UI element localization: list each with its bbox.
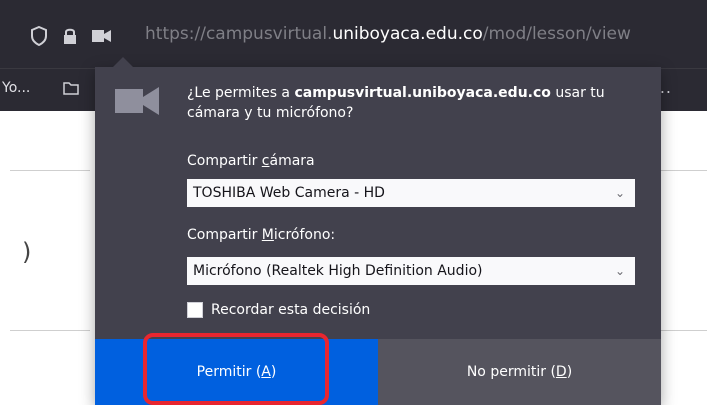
chevron-down-icon: ⌄ bbox=[614, 186, 625, 200]
url-bar: https://campusvirtual.uniboyaca.edu.co/m… bbox=[0, 0, 707, 68]
remember-label: Recordar esta decisión bbox=[211, 302, 371, 318]
page-text-fragment: ) bbox=[22, 238, 32, 266]
bookmark-item[interactable]: Yo... bbox=[2, 80, 30, 96]
microphone-label: Compartir Micrófono: bbox=[187, 227, 336, 243]
lock-icon[interactable] bbox=[62, 27, 78, 45]
microphone-select[interactable]: Micrófono (Realtek High Definition Audio… bbox=[187, 257, 635, 285]
camera-icon[interactable] bbox=[92, 29, 112, 43]
highlight-annotation bbox=[143, 333, 329, 405]
camera-select[interactable]: TOSHIBA Web Camera - HD ⌄ bbox=[187, 179, 635, 207]
deny-button[interactable]: No permitir (D) bbox=[378, 339, 661, 405]
url-host: uniboyaca.edu.co bbox=[332, 24, 483, 44]
prompt-site: campusvirtual.uniboyaca.edu.co bbox=[294, 85, 551, 101]
remember-checkbox[interactable] bbox=[187, 302, 203, 318]
shield-icon[interactable] bbox=[30, 26, 48, 46]
url-icons bbox=[30, 26, 112, 46]
folder-icon[interactable] bbox=[63, 82, 79, 95]
page-divider bbox=[660, 330, 707, 331]
page-divider bbox=[10, 170, 90, 171]
chevron-down-icon: ⌄ bbox=[614, 264, 625, 278]
url-text[interactable]: https://campusvirtual.uniboyaca.edu.co/m… bbox=[145, 24, 631, 44]
camera-label: Compartir cámara bbox=[187, 153, 315, 169]
camera-select-value: TOSHIBA Web Camera - HD bbox=[193, 185, 385, 201]
microphone-select-value: Micrófono (Realtek High Definition Audio… bbox=[193, 263, 483, 279]
permission-prompt: ¿Le permites a campusvirtual.uniboyaca.e… bbox=[187, 85, 605, 121]
camera-icon bbox=[115, 87, 159, 115]
page-divider bbox=[660, 170, 707, 171]
remember-decision[interactable]: Recordar esta decisión bbox=[187, 302, 370, 318]
page-divider bbox=[10, 330, 90, 331]
